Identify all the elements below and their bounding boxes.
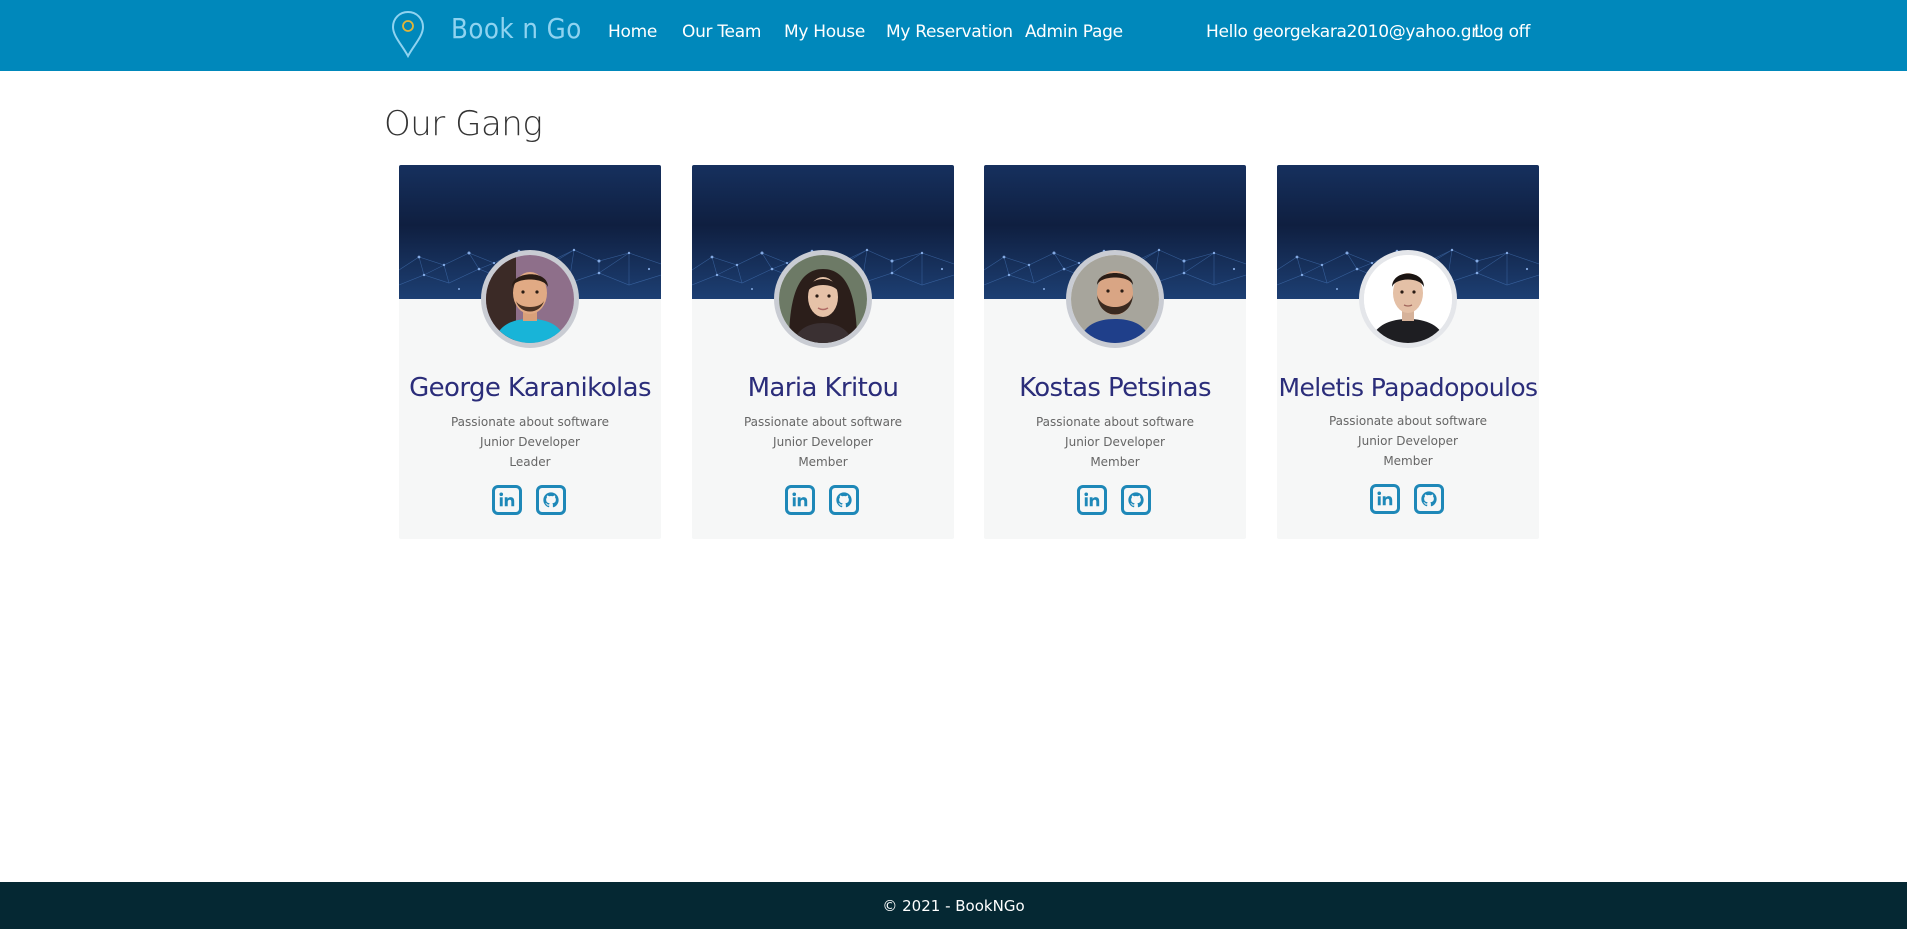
avatar [774, 250, 872, 348]
logoff-link[interactable]: Log off [1474, 22, 1530, 42]
footer-copyright: © 2021 - BookNGo [882, 897, 1025, 915]
member-tagline: Passionate about software [743, 415, 903, 429]
team-card: George Karanikolas Passionate about soft… [399, 165, 661, 539]
github-icon[interactable] [1121, 485, 1151, 515]
avatar [1359, 250, 1457, 348]
member-role: Junior Developer [1358, 434, 1458, 448]
map-pin-logo-icon[interactable] [388, 9, 428, 59]
member-position: Member [1383, 454, 1433, 468]
nav-my-reservation[interactable]: My Reservation [886, 22, 1013, 42]
nav-our-team[interactable]: Our Team [682, 22, 761, 42]
team-card: Kostas Petsinas Passionate about softwar… [984, 165, 1246, 539]
brand-name[interactable]: Book n Go [451, 12, 582, 45]
team-card: Meletis Papadopoulos Passionate about so… [1277, 165, 1539, 539]
page-title: Our Gang [384, 104, 543, 144]
nav-home[interactable]: Home [608, 22, 657, 42]
member-role: Junior Developer [1065, 435, 1165, 449]
member-role: Junior Developer [773, 435, 873, 449]
linkedin-icon[interactable] [785, 485, 815, 515]
navbar: Book n Go Home Our Team My House My Rese… [0, 0, 1907, 71]
footer: © 2021 - BookNGo [0, 882, 1907, 929]
member-tagline: Passionate about software [1328, 414, 1488, 428]
github-icon[interactable] [1414, 484, 1444, 514]
linkedin-icon[interactable] [492, 485, 522, 515]
github-icon[interactable] [536, 485, 566, 515]
github-icon[interactable] [829, 485, 859, 515]
member-name: George Karanikolas [409, 373, 651, 403]
member-tagline: Passionate about software [1035, 415, 1195, 429]
team-card: Maria Kritou Passionate about software J… [692, 165, 954, 539]
member-name: Kostas Petsinas [1019, 373, 1211, 403]
linkedin-icon[interactable] [1077, 485, 1107, 515]
user-greeting-link[interactable]: Hello georgekara2010@yahoo.gr! [1206, 22, 1485, 42]
nav-admin-page[interactable]: Admin Page [1025, 22, 1123, 42]
member-name: Meletis Papadopoulos [1278, 373, 1539, 402]
avatar [1066, 250, 1164, 348]
nav-my-house[interactable]: My House [784, 22, 865, 42]
member-tagline: Passionate about software [450, 415, 610, 429]
member-role: Junior Developer [480, 435, 580, 449]
member-position: Member [1090, 455, 1140, 469]
avatar [481, 250, 579, 348]
member-name: Maria Kritou [747, 373, 899, 403]
linkedin-icon[interactable] [1370, 484, 1400, 514]
member-position: Member [798, 455, 848, 469]
member-position: Leader [509, 455, 551, 469]
